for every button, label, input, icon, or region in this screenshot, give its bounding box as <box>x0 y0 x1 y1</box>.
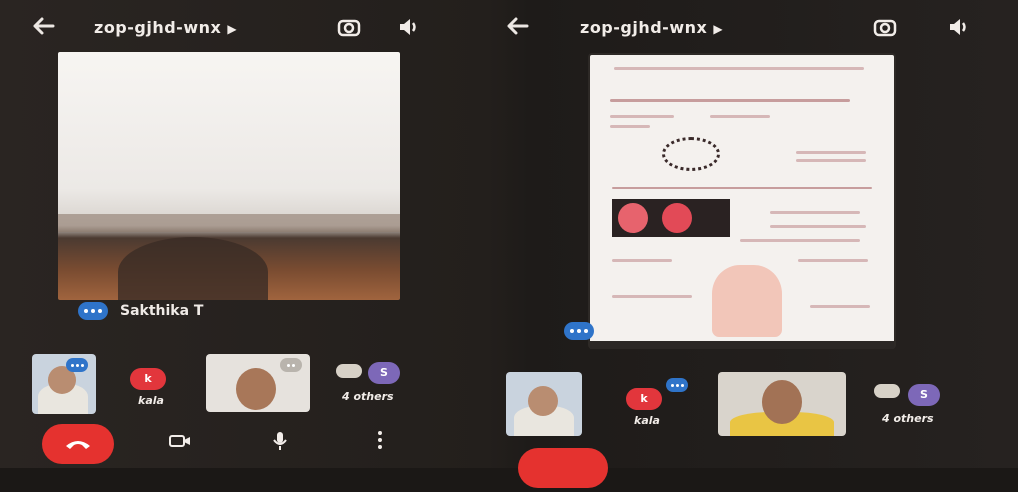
meeting-code: zop-gjhd-wnx <box>580 18 708 37</box>
right-top-bar: zop-gjhd-wnx ▶ <box>500 8 1018 46</box>
left-meet-screen: zop-gjhd-wnx ▶ Sakthika T k kala S 4 othe… <box>0 0 500 468</box>
hang-up-button[interactable] <box>42 424 114 464</box>
others-label[interactable]: 4 others <box>882 412 934 425</box>
main-video-tile[interactable] <box>58 52 400 300</box>
doc-divider <box>612 187 872 189</box>
audio-indicator-icon <box>564 322 594 340</box>
doc-text-line <box>770 211 860 214</box>
camera-switch-icon[interactable] <box>336 14 362 40</box>
doc-header-line <box>614 67 864 70</box>
doc-heading-line <box>610 99 850 102</box>
speaker-name-tag: Sakthika T <box>78 302 203 320</box>
doc-text-line <box>710 115 770 118</box>
participant-strip: k kala S 4 others <box>0 354 500 416</box>
audio-indicator-icon <box>78 302 108 320</box>
participant-name-kala: kala <box>138 394 164 407</box>
arrow-left-icon[interactable] <box>32 16 60 38</box>
meeting-code: zop-gjhd-wnx <box>94 18 222 37</box>
call-controls <box>0 424 500 468</box>
doc-text-line <box>610 115 674 118</box>
meeting-title[interactable]: zop-gjhd-wnx ▶ <box>580 18 723 37</box>
mic-status-icon <box>280 358 302 372</box>
camera-icon[interactable] <box>168 432 192 456</box>
participant-thumb-teacher[interactable] <box>206 354 310 412</box>
avatar-kala[interactable]: k <box>130 368 166 390</box>
doc-text-line <box>610 125 650 128</box>
others-avatars <box>336 364 362 378</box>
participant-head <box>118 237 268 300</box>
doc-anatomy-figure <box>712 265 782 337</box>
doc-text-line <box>798 259 868 262</box>
phone-hangup-icon <box>64 435 92 454</box>
screen-share-bar <box>590 341 894 349</box>
avatar-kala[interactable]: k <box>626 388 662 410</box>
audio-indicator-icon <box>666 378 688 392</box>
participant-thumb-self[interactable] <box>32 354 96 414</box>
right-meet-screen: zop-gjhd-wnx ▶ k kala S 4 others <box>500 0 1018 488</box>
shared-screen-presentation[interactable] <box>590 55 894 347</box>
doc-text-line <box>810 305 870 308</box>
doc-text-line <box>796 151 866 154</box>
doc-microscope-image <box>612 199 730 237</box>
meeting-title[interactable]: zop-gjhd-wnx ▶ <box>94 18 237 37</box>
hang-up-button[interactable] <box>518 448 608 488</box>
call-controls <box>500 448 1018 492</box>
participant-thumb-teacher[interactable] <box>718 372 846 436</box>
speaker-icon[interactable] <box>946 14 972 40</box>
speaker-name: Sakthika T <box>120 303 204 319</box>
participant-thumb-self[interactable] <box>506 372 582 436</box>
others-avatars <box>874 384 900 398</box>
audio-indicator-icon <box>66 358 88 372</box>
doc-text-line <box>796 159 866 162</box>
avatar-others[interactable]: S <box>368 362 400 384</box>
doc-text-line <box>612 295 692 298</box>
caret-right-icon: ▶ <box>227 21 238 36</box>
avatar-others[interactable]: S <box>908 384 940 406</box>
caret-right-icon: ▶ <box>713 21 724 36</box>
doc-text-line <box>770 225 866 228</box>
others-label[interactable]: 4 others <box>342 390 394 403</box>
arrow-left-icon[interactable] <box>506 16 534 38</box>
left-top-bar: zop-gjhd-wnx ▶ <box>0 8 500 46</box>
more-vertical-icon[interactable] <box>368 430 392 454</box>
speaker-icon[interactable] <box>396 14 422 40</box>
participant-name-kala: kala <box>634 414 660 427</box>
whiteboard-edge <box>58 214 400 232</box>
doc-text-line <box>740 239 860 242</box>
mic-icon[interactable] <box>268 430 292 454</box>
participant-strip: k kala S 4 others <box>500 372 1018 436</box>
doc-cell-diagram <box>662 137 720 171</box>
doc-text-line <box>612 259 672 262</box>
camera-switch-icon[interactable] <box>872 14 898 40</box>
